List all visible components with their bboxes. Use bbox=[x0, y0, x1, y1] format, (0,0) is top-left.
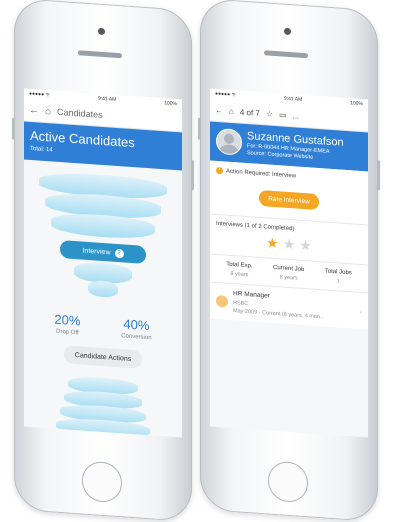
back-arrow-icon[interactable]: ← bbox=[29, 104, 39, 116]
secondary-funnel bbox=[24, 370, 182, 438]
exp-value: 8 years bbox=[230, 270, 249, 279]
exp-value: 8 years bbox=[279, 274, 298, 282]
comment-icon[interactable]: ▭ bbox=[279, 110, 287, 120]
exp-title: Total Jobs bbox=[324, 268, 352, 277]
briefcase-icon bbox=[216, 294, 228, 308]
home-button[interactable] bbox=[82, 460, 122, 504]
stat-label: Conversion bbox=[121, 333, 152, 342]
warning-icon: ! bbox=[216, 166, 223, 175]
power-button bbox=[377, 160, 380, 191]
conversion-stat: 40% Conversion bbox=[121, 316, 151, 341]
avatar bbox=[216, 127, 242, 156]
battery-level: 100% bbox=[164, 100, 177, 108]
home-icon[interactable]: ⌂ bbox=[45, 105, 51, 116]
battery-level: 100% bbox=[350, 100, 363, 108]
stat-value: 40% bbox=[123, 316, 150, 334]
rate-interview-button[interactable]: Rate Interview bbox=[259, 189, 319, 211]
exp-title: Total Exp. bbox=[226, 261, 253, 270]
interview-stage[interactable]: Interview 2 bbox=[60, 239, 146, 265]
right-phone: ●●●●● ᯤ 9:41 AM 100% ← ⌂ 4 of 7 ☆ ▭ ... … bbox=[198, 0, 380, 522]
pager-label: 4 of 7 bbox=[239, 107, 260, 118]
star-icon[interactable]: ★ bbox=[299, 237, 312, 255]
speaker-grille bbox=[264, 50, 308, 59]
clock: 9:41 AM bbox=[283, 95, 303, 103]
clock: 9:41 AM bbox=[97, 95, 117, 103]
star-icon[interactable]: ★ bbox=[266, 234, 279, 252]
candidate-actions-button[interactable]: Candidate Actions bbox=[64, 345, 142, 369]
star-favorite-icon[interactable]: ☆ bbox=[266, 109, 273, 119]
power-button bbox=[191, 160, 194, 191]
chevron-right-icon[interactable]: › bbox=[359, 307, 362, 316]
volume-button bbox=[12, 117, 15, 140]
stat-value: 20% bbox=[54, 311, 81, 329]
carrier-signal: ●●●●● ᯤ bbox=[215, 90, 237, 99]
star-icon[interactable]: ★ bbox=[283, 236, 296, 254]
camera-icon bbox=[98, 27, 105, 36]
speaker-grille bbox=[78, 50, 122, 59]
funnel-layer[interactable] bbox=[88, 279, 118, 299]
action-text: Action Required: Interview bbox=[226, 168, 297, 179]
stage-count-badge: 2 bbox=[114, 248, 124, 258]
back-arrow-icon[interactable]: ← bbox=[215, 105, 223, 115]
stat-label: Drop Off bbox=[56, 328, 79, 337]
total-jobs: Total Jobs 1 bbox=[325, 269, 352, 286]
total-exp: Total Exp. 8 years bbox=[226, 262, 252, 279]
drop-off-stat: 20% Drop Off bbox=[54, 312, 80, 337]
current-job: Current Job 8 years bbox=[273, 265, 304, 282]
exp-title: Current Job bbox=[272, 264, 305, 274]
camera-icon bbox=[284, 27, 291, 36]
stage-label: Interview bbox=[82, 247, 111, 257]
more-icon[interactable]: ... bbox=[293, 111, 300, 120]
left-phone: ●●●●● ᯤ 9:41 AM 100% ← ⌂ Candidates Acti… bbox=[12, 0, 194, 522]
carrier-signal: ●●●●● ᯤ bbox=[29, 90, 51, 99]
home-button[interactable] bbox=[268, 460, 308, 504]
left-screen: ●●●●● ᯤ 9:41 AM 100% ← ⌂ Candidates Acti… bbox=[24, 88, 182, 438]
candidate-funnel: Interview 2 bbox=[24, 165, 182, 316]
volume-button bbox=[198, 117, 201, 140]
nav-title: Candidates bbox=[57, 106, 103, 120]
home-icon[interactable]: ⌂ bbox=[229, 106, 234, 115]
right-screen: ●●●●● ᯤ 9:41 AM 100% ← ⌂ 4 of 7 ☆ ▭ ... … bbox=[210, 88, 368, 438]
exp-value: 1 bbox=[336, 278, 340, 285]
